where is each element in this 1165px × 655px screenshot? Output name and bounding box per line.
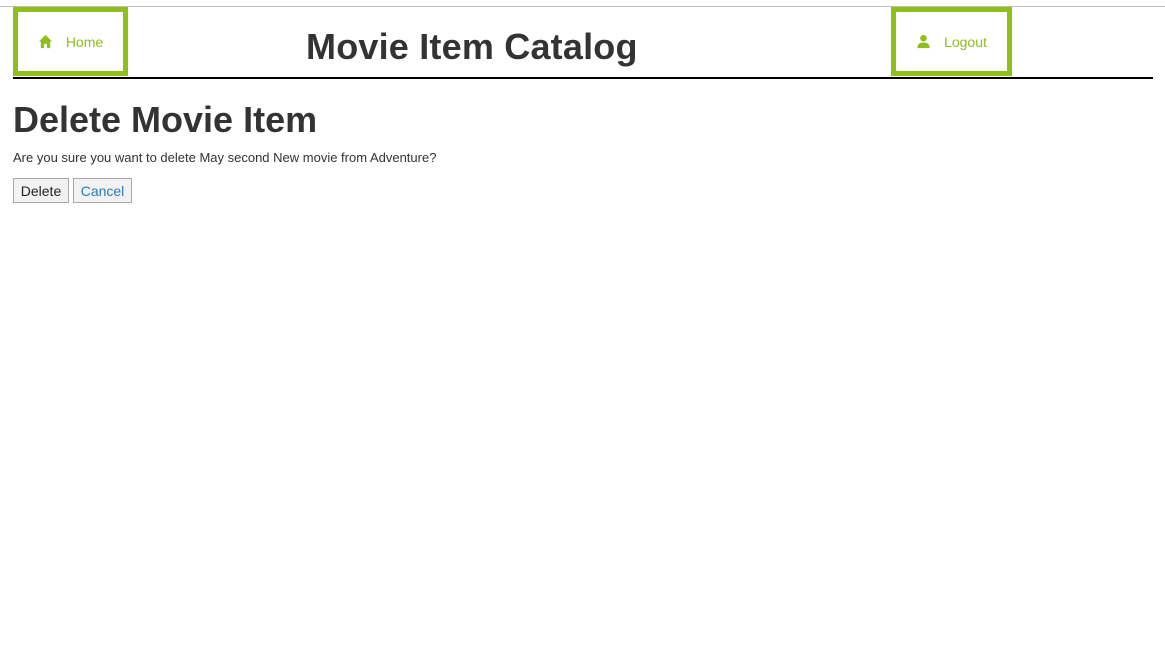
logout-nav-button[interactable]: Logout <box>891 7 1012 76</box>
cancel-button[interactable]: Cancel <box>73 178 132 203</box>
app-title: Movie Item Catalog <box>306 26 638 67</box>
logout-label: Logout <box>944 33 987 50</box>
home-label: Home <box>65 33 104 50</box>
user-icon <box>916 34 931 49</box>
confirm-message: Are you sure you want to delete May seco… <box>13 150 437 165</box>
delete-button[interactable]: Delete <box>13 178 69 203</box>
header-divider <box>13 77 1153 79</box>
page-title: Delete Movie Item <box>13 99 318 140</box>
home-icon <box>38 34 53 49</box>
home-nav-button[interactable]: Home <box>13 7 128 76</box>
